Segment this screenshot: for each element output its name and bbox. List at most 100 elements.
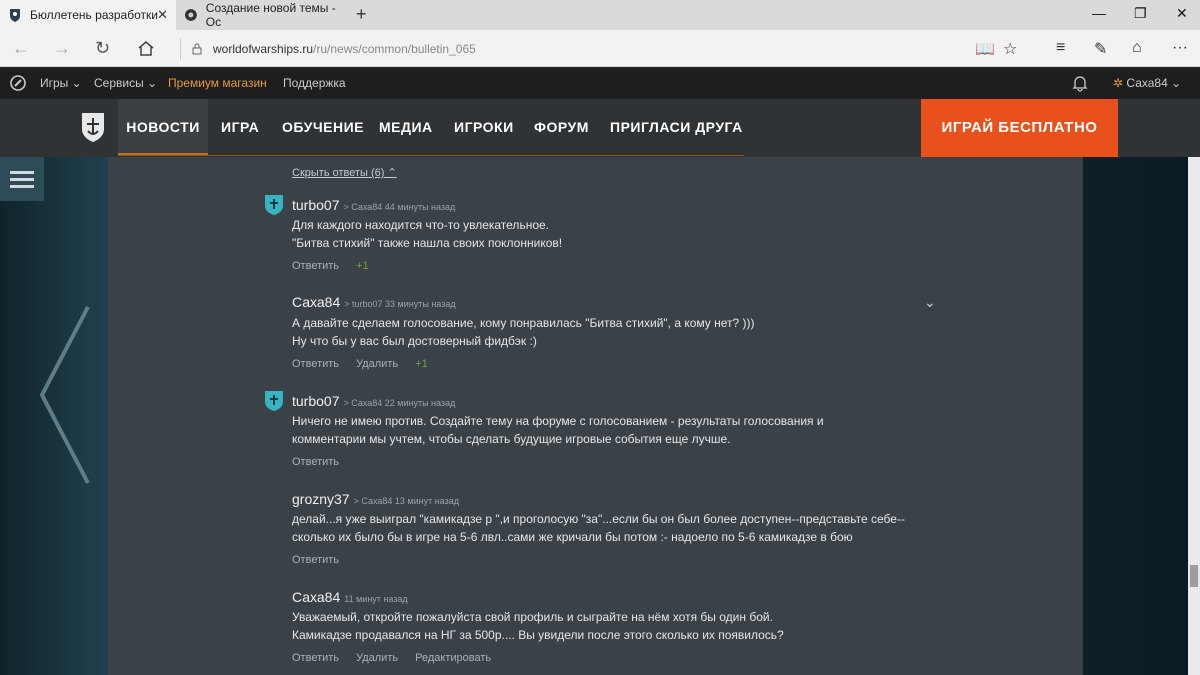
- prev-slide-chevron-icon[interactable]: [38, 305, 93, 485]
- browser-tab-bar: Бюллетень разработки ✕ Создание новой те…: [0, 0, 1200, 30]
- refresh-icon[interactable]: ↻: [95, 38, 110, 59]
- comment-actions: Ответить: [292, 456, 353, 468]
- bell-icon[interactable]: [1072, 75, 1088, 92]
- comment-options-chevron-icon[interactable]: ⌄: [924, 294, 936, 311]
- chevron-up-icon: ⌃: [387, 167, 397, 179]
- comment-text: Для каждого находится что-то увлекательн…: [292, 216, 562, 252]
- nav-learning[interactable]: ОБУЧЕНИЕ: [282, 99, 364, 155]
- close-tab-icon[interactable]: ✕: [157, 7, 168, 23]
- author-name[interactable]: grozny37: [292, 491, 350, 507]
- comment-meta: > turbo07 33 минуты назад: [344, 299, 456, 309]
- url-domain: worldofwarships.ru: [213, 42, 314, 56]
- comment-author[interactable]: Саха84 > turbo07 33 минуты назад: [292, 294, 456, 310]
- hide-replies-link[interactable]: Скрыть ответы (6) ⌃: [292, 166, 397, 179]
- hamburger-menu-icon[interactable]: [0, 157, 44, 201]
- reply-link[interactable]: Ответить: [292, 358, 339, 370]
- comment-meta: > Саха84 44 минуты назад: [343, 202, 456, 212]
- services-menu[interactable]: Сервисы ⌄: [94, 76, 157, 90]
- favorite-star-icon[interactable]: ☆: [1003, 39, 1017, 59]
- comment-line: Ну что бы у вас был достоверный фидбэк :…: [292, 334, 537, 348]
- comment-line: сколько их было бы в игре на 5-6 лвл..са…: [292, 530, 853, 544]
- wows-favicon-icon: [184, 9, 197, 21]
- minimize-icon[interactable]: —: [1092, 5, 1106, 21]
- comment-text: Ничего не имею против. Создайте тему на …: [292, 412, 824, 448]
- window-close-icon[interactable]: ✕: [1176, 5, 1188, 22]
- comment-text: Уважаемый, откройте пожалуйста свой проф…: [292, 608, 784, 644]
- tab-new-topic[interactable]: Создание новой темы - Ос: [176, 0, 352, 30]
- url-field[interactable]: worldofwarships.ru/ru/news/common/bullet…: [180, 38, 476, 60]
- comment-author[interactable]: turbo07 > Саха84 44 минуты назад: [292, 197, 455, 213]
- wg-portal-bar: Игры ⌄ Сервисы ⌄ Премиум магазин Поддерж…: [0, 67, 1200, 99]
- hub-icon[interactable]: ≡: [1056, 39, 1065, 57]
- comment-actions: Ответить: [292, 554, 353, 566]
- reading-view-icon[interactable]: 📖: [975, 39, 995, 59]
- page-scrollbar[interactable]: [1188, 157, 1200, 675]
- delete-link[interactable]: Удалить: [356, 358, 398, 370]
- games-menu[interactable]: Игры ⌄: [40, 76, 82, 90]
- tab-label: Создание новой темы - Ос: [205, 1, 336, 29]
- back-arrow-icon[interactable]: ←: [12, 38, 30, 59]
- author-name[interactable]: Саха84: [292, 589, 340, 605]
- comment-meta: > Саха84 13 минут назад: [353, 496, 459, 506]
- comment-author[interactable]: grozny37 > Саха84 13 минут назад: [292, 491, 459, 507]
- comment-meta: > Саха84 22 минуты назад: [343, 398, 456, 408]
- nav-media[interactable]: МЕДИА: [379, 99, 433, 155]
- rating-badge: +1: [415, 358, 428, 370]
- wg-logo-icon[interactable]: [10, 75, 26, 91]
- comment-line: делай...я уже выиграл "камикадзе р ",и п…: [292, 512, 905, 526]
- more-icon[interactable]: ···: [1172, 39, 1188, 57]
- premium-shop-link[interactable]: Премиум магазин: [168, 76, 267, 90]
- comment-line: Ничего не имею против. Создайте тему на …: [292, 414, 824, 428]
- support-link[interactable]: Поддержка: [283, 76, 346, 90]
- wg-staff-avatar-icon: [265, 195, 283, 215]
- scrollbar-thumb[interactable]: [1190, 565, 1198, 587]
- reply-link[interactable]: Ответить: [292, 456, 339, 468]
- address-bar-row: ← → ↻ worldofwarships.ru/ru/news/common/…: [0, 30, 1200, 67]
- comment-line: А давайте сделаем голосование, кому понр…: [292, 316, 755, 330]
- comment-author[interactable]: Саха84 11 минут назад: [292, 589, 408, 605]
- right-backdrop: [1083, 157, 1200, 675]
- nav-news[interactable]: НОВОСТИ: [118, 99, 208, 155]
- comment-meta: 11 минут назад: [344, 594, 408, 604]
- play-free-button[interactable]: ИГРАЙ БЕСПЛАТНО: [921, 99, 1118, 157]
- games-label: Игры: [40, 76, 69, 90]
- author-name[interactable]: Саха84: [292, 294, 340, 310]
- wows-favicon-icon: [10, 9, 20, 22]
- hide-replies-label: Скрыть ответы (6): [292, 167, 385, 179]
- new-tab-button[interactable]: +: [356, 4, 367, 25]
- reply-link[interactable]: Ответить: [292, 260, 339, 272]
- rating-badge: +1: [356, 260, 369, 272]
- user-menu[interactable]: ✲ Саха84 ⌄: [1113, 76, 1181, 90]
- url-path: /ru/news/common/bulletin_065: [313, 42, 476, 56]
- chevron-down-icon: ⌄: [71, 76, 82, 90]
- nav-underline: [118, 155, 744, 156]
- edit-link[interactable]: Редактировать: [415, 652, 491, 664]
- forward-arrow-icon[interactable]: →: [53, 38, 71, 59]
- comment-line: Камикадзе продавался на НГ за 500р.... В…: [292, 628, 784, 642]
- web-note-icon[interactable]: ✎: [1094, 39, 1107, 59]
- nav-players[interactable]: ИГРОКИ: [454, 99, 514, 155]
- wg-staff-avatar-icon: [265, 391, 283, 411]
- chevron-down-icon: ⌄: [147, 76, 158, 90]
- lock-icon: [192, 43, 202, 55]
- restore-icon[interactable]: ❐: [1134, 5, 1147, 22]
- comment-actions: Ответить Удалить Редактировать: [292, 652, 505, 664]
- tab-label: Бюллетень разработки: [30, 8, 158, 22]
- delete-link[interactable]: Удалить: [356, 652, 398, 664]
- nav-forum[interactable]: ФОРУМ: [534, 99, 589, 155]
- comment-author[interactable]: turbo07 > Саха84 22 минуты назад: [292, 393, 455, 409]
- share-icon[interactable]: ⌂: [1132, 39, 1142, 57]
- reply-link[interactable]: Ответить: [292, 652, 339, 664]
- tab-bulletin[interactable]: Бюллетень разработки ✕: [0, 0, 176, 30]
- author-name[interactable]: turbo07: [292, 393, 339, 409]
- nav-game[interactable]: ИГРА: [221, 99, 259, 155]
- comment-actions: Ответить Удалить +1: [292, 358, 442, 370]
- reply-link[interactable]: Ответить: [292, 554, 339, 566]
- wows-logo-icon[interactable]: [80, 111, 106, 143]
- author-name[interactable]: turbo07: [292, 197, 339, 213]
- home-icon[interactable]: [137, 40, 155, 56]
- nav-invite-friend[interactable]: ПРИГЛАСИ ДРУГА: [610, 99, 743, 155]
- comment-line: Для каждого находится что-то увлекательн…: [292, 218, 549, 232]
- comment-text: А давайте сделаем голосование, кому понр…: [292, 314, 755, 350]
- comment-text: делай...я уже выиграл "камикадзе р ",и п…: [292, 510, 905, 546]
